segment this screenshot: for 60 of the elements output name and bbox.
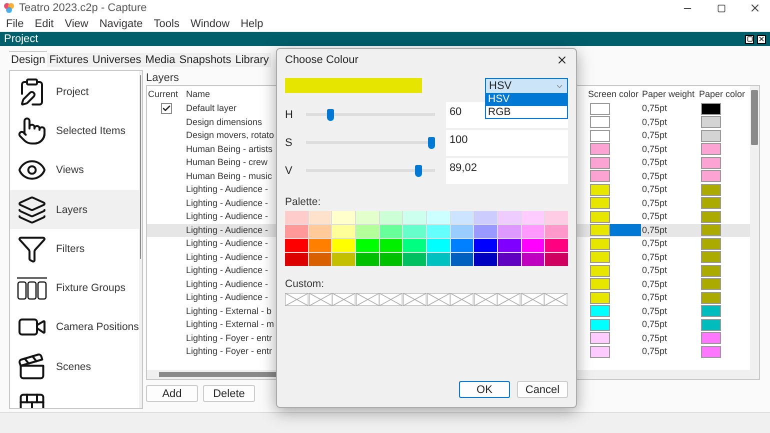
table-cell-text: 0,75pt: [641, 129, 668, 142]
column-header: Paper color: [698, 89, 746, 99]
section-label: Custom:: [285, 278, 326, 290]
table-cell-text: 0,75pt: [641, 156, 668, 169]
table-cell: Lighting - External - b: [185, 304, 272, 318]
table-cell: 0,75pt: [641, 278, 668, 291]
dialog-title: Choose Colour: [285, 54, 358, 66]
table-cell: Human Being - music: [185, 170, 272, 183]
slider-label: V: [285, 164, 294, 176]
sidebar-label: Views: [56, 164, 84, 176]
table-cell: 0,75pt: [641, 332, 668, 345]
table-cell: Human Being - artists: [185, 142, 273, 156]
sidebar-label: Selected Items: [56, 124, 126, 137]
column-header: Current: [147, 89, 180, 99]
table-cell-text: 0,75pt: [641, 210, 668, 223]
panel-title: Layers: [146, 71, 180, 85]
sidebar-label: Layers: [56, 204, 88, 216]
table-cell-text: Lighting - External - m: [185, 318, 274, 331]
column-header: Screen color: [587, 89, 640, 99]
column-header: Paper weight: [641, 89, 696, 99]
table-cell: 0,75pt: [641, 196, 668, 210]
table-cell: Lighting - Foyer - entr: [185, 332, 272, 345]
sidebar-label: Filters: [56, 242, 85, 255]
table-cell: Lighting - Audience -: [185, 224, 268, 237]
table-cell-text: 0,75pt: [641, 183, 668, 196]
table-cell-text: 0,75pt: [641, 237, 668, 250]
table-cell: Design dimensions: [185, 116, 262, 129]
table-cell: 0,75pt: [641, 224, 668, 237]
table-cell: 0,75pt: [641, 304, 668, 318]
window-title: Teatro 2023.c2p - Capture: [19, 2, 148, 14]
table-cell: Lighting - Audience -: [185, 250, 268, 264]
table-cell-text: 0,75pt: [641, 291, 668, 304]
table-cell-text: 0,75pt: [641, 318, 668, 331]
sidebar-label: Project: [56, 86, 89, 98]
column-header: Name: [185, 89, 212, 99]
table-cell-text: Default layer: [185, 102, 237, 115]
section-label: Palette:: [285, 196, 322, 208]
table-cell-text: Lighting - Audience -: [185, 183, 268, 196]
table-cell-text: Design movers, rotato: [185, 129, 274, 142]
table-cell-text: Lighting - Foyer - entr: [185, 345, 272, 358]
slider-label: S: [285, 136, 294, 148]
table-cell: 0,75pt: [641, 170, 668, 183]
table-cell-text: 0,75pt: [641, 102, 668, 115]
table-cell-text: Lighting - Audience -: [185, 291, 268, 304]
table-cell: 0,75pt: [641, 250, 668, 264]
sidebar-label: Scenes: [56, 360, 92, 373]
panel-title: Project: [4, 33, 40, 45]
table-cell-text: 0,75pt: [641, 345, 668, 358]
table-cell: 0,75pt: [641, 116, 668, 129]
sidebar-label: Fixture Groups: [56, 282, 126, 294]
slider-label: H: [285, 108, 294, 120]
table-cell-text: Lighting - Audience -: [185, 210, 268, 223]
table-cell: Lighting - Audience -: [185, 196, 268, 210]
sidebar-label: Camera Positions: [56, 321, 139, 334]
table-cell-text: Human Being - crew: [185, 156, 268, 169]
table-cell-text: Lighting - Audience -: [185, 237, 268, 250]
table-cell-text: Lighting - Audience -: [185, 264, 268, 277]
table-cell: 0,75pt: [641, 142, 668, 156]
table-cell-text: 0,75pt: [641, 264, 668, 277]
table-cell: Lighting - Audience -: [185, 278, 268, 291]
